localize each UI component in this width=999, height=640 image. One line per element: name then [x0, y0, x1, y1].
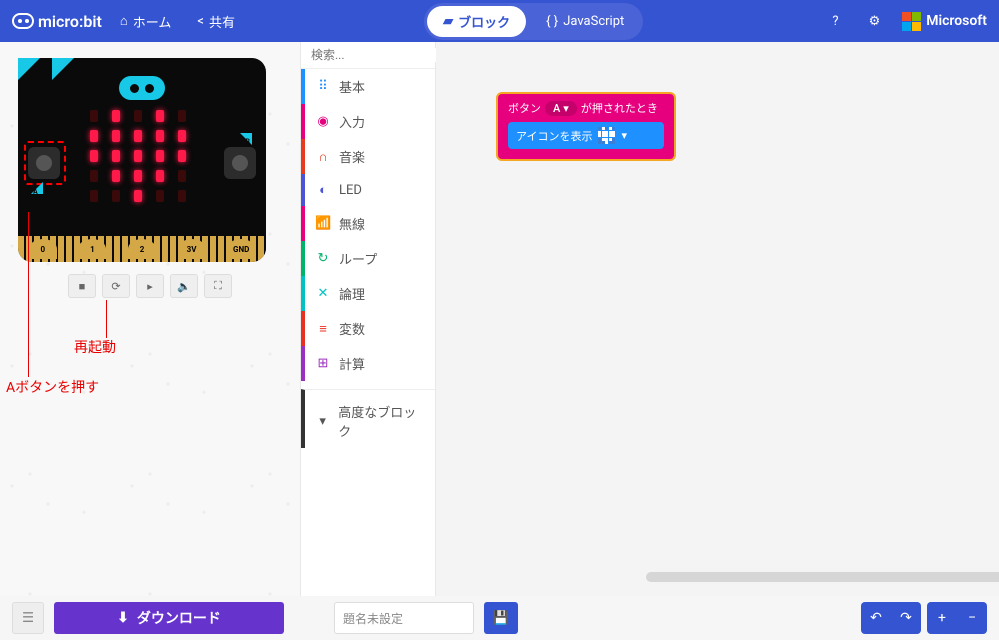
download-button[interactable]: ⬇ ダウンロード [54, 602, 284, 634]
toggle-javascript[interactable]: { } JavaScript [530, 6, 640, 37]
annotation-restart: 再起動 [74, 337, 116, 357]
signal-icon: 📶 [315, 216, 331, 231]
undo-button[interactable]: ↶ [861, 602, 891, 634]
branch-icon: ✕ [315, 286, 331, 301]
grid-icon: ⠿ [315, 79, 331, 94]
heart-icon [598, 127, 615, 144]
share-icon: < [197, 14, 204, 29]
download-icon: ⬇ [117, 610, 129, 626]
share-button[interactable]: < 共有 [189, 8, 243, 35]
editor-toggle: ▰ ブロック { } JavaScript [424, 3, 643, 40]
sim-button-b[interactable] [224, 147, 256, 179]
code-block-showicon[interactable]: アイコンを表示 ▾ [508, 122, 664, 149]
chevron-down-icon: ▾ [563, 102, 569, 115]
redo-button[interactable]: ↷ [891, 602, 921, 634]
simulator: A B 0123VGND [18, 58, 266, 262]
category-led[interactable]: ◐LED [301, 174, 435, 206]
category-logic[interactable]: ✕論理 [301, 276, 435, 311]
zoom-in-button[interactable]: + [927, 602, 957, 634]
annotation-line-a [28, 212, 29, 377]
save-button[interactable]: 💾 [484, 602, 518, 634]
help-icon: ? [832, 14, 838, 29]
category-music[interactable]: ∩音楽 [301, 139, 435, 174]
js-icon: { } [546, 14, 558, 29]
code-block-onbutton[interactable]: ボタン A ▾ が押されたとき アイコンを表示 ▾ [496, 92, 676, 161]
gear-icon: ⚙ [869, 14, 881, 29]
simulator-controls: ■ ⟳ ▸ 🔈 ⛶ [18, 274, 282, 298]
sim-restart-button[interactable]: ⟳ [102, 274, 130, 298]
target-icon: ◉ [315, 114, 331, 129]
category-radio[interactable]: 📶無線 [301, 206, 435, 241]
chevron-down-icon: ▾ [315, 414, 330, 429]
annotation-press-a: Aボタンを押す [6, 377, 99, 397]
button-b-label: B [246, 138, 250, 146]
button-dropdown[interactable]: A ▾ [545, 101, 577, 116]
settings-button[interactable]: ⚙ [861, 10, 889, 33]
chevron-down-icon: ▾ [621, 129, 627, 142]
home-button[interactable]: ⌂ ホーム [112, 8, 179, 35]
loop-icon: ↻ [315, 251, 331, 266]
workspace[interactable]: ボタン A ▾ が押されたとき アイコンを表示 ▾ [436, 42, 999, 596]
toolbox: 🔍 ⠿基本 ◉入力 ∩音楽 ◐LED 📶無線 ↻ループ ✕論理 ≡変数 ⊞計算 … [300, 42, 436, 596]
home-icon: ⌂ [120, 13, 128, 29]
toggle-icon: ◐ [315, 182, 331, 198]
sim-mute-button[interactable]: 🔈 [170, 274, 198, 298]
logo[interactable]: micro:bit [12, 12, 102, 31]
sim-button-a[interactable] [28, 147, 60, 179]
project-name-input[interactable] [334, 602, 474, 634]
led-matrix [90, 110, 192, 204]
microsoft-logo[interactable]: Microsoft [902, 12, 987, 31]
help-button[interactable]: ? [824, 10, 846, 33]
category-advanced[interactable]: ▾高度なブロック [301, 389, 435, 448]
headphone-icon: ∩ [315, 149, 331, 165]
bottom-bar: ☰ ⬇ ダウンロード 💾 ↶ ↷ + − [0, 596, 999, 640]
category-math[interactable]: ⊞計算 [301, 346, 435, 381]
toolbox-search[interactable]: 🔍 [301, 42, 435, 69]
explorer-toggle-button[interactable]: ☰ [12, 602, 44, 634]
category-basic[interactable]: ⠿基本 [301, 69, 435, 104]
calc-icon: ⊞ [315, 356, 331, 371]
sim-fullscreen-button[interactable]: ⛶ [204, 274, 232, 298]
toggle-blocks[interactable]: ▰ ブロック [427, 6, 526, 37]
button-a-label: A [33, 188, 38, 196]
zoom-out-button[interactable]: − [957, 602, 987, 634]
logo-text: micro:bit [38, 12, 102, 31]
microbit-face-icon [119, 76, 165, 100]
annotation-line-restart [106, 300, 107, 338]
category-loops[interactable]: ↻ループ [301, 241, 435, 276]
category-input[interactable]: ◉入力 [301, 104, 435, 139]
edge-connector: 0123VGND [18, 236, 266, 262]
workspace-scrollbar[interactable] [646, 572, 999, 582]
sim-snail-button[interactable]: ▸ [136, 274, 164, 298]
sim-stop-button[interactable]: ■ [68, 274, 96, 298]
list-icon: ≡ [315, 321, 331, 337]
blocks-icon: ▰ [443, 14, 453, 29]
save-icon: 💾 [493, 611, 510, 626]
category-variables[interactable]: ≡変数 [301, 311, 435, 346]
